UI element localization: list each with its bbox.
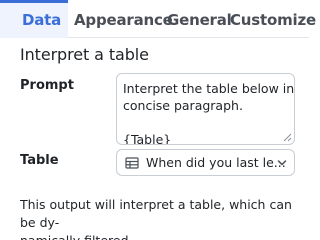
help-text: This output will interpret a table, whic… bbox=[20, 196, 305, 240]
tab-bar: Data Appearance General Customize bbox=[0, 0, 316, 38]
prompt-line: Interpret the table below in a bbox=[123, 81, 295, 96]
chevron-down-icon bbox=[277, 160, 287, 166]
tab-data[interactable]: Data bbox=[0, 0, 68, 38]
help-text-line: This output will interpret a table, whic… bbox=[20, 197, 292, 230]
table-label: Table bbox=[20, 153, 59, 168]
resize-grip-icon[interactable] bbox=[283, 133, 292, 142]
prompt-textarea[interactable]: Interpret the table below in a concise p… bbox=[116, 73, 295, 145]
prompt-line: {Table} bbox=[123, 132, 172, 145]
help-text-line: namically filtered. bbox=[20, 232, 305, 240]
tab-customize[interactable]: Customize bbox=[230, 0, 316, 38]
section-title: Interpret a table bbox=[20, 45, 149, 64]
table-select[interactable]: When did you last le... bbox=[116, 149, 295, 176]
table-grid-icon bbox=[125, 157, 139, 169]
prompt-line: concise paragraph. bbox=[123, 98, 243, 113]
prompt-line bbox=[123, 114, 286, 131]
table-select-value: When did you last le... bbox=[146, 155, 286, 170]
tab-appearance[interactable]: Appearance bbox=[74, 0, 173, 38]
prompt-label: Prompt bbox=[20, 78, 74, 93]
tab-general[interactable]: General bbox=[167, 0, 232, 38]
